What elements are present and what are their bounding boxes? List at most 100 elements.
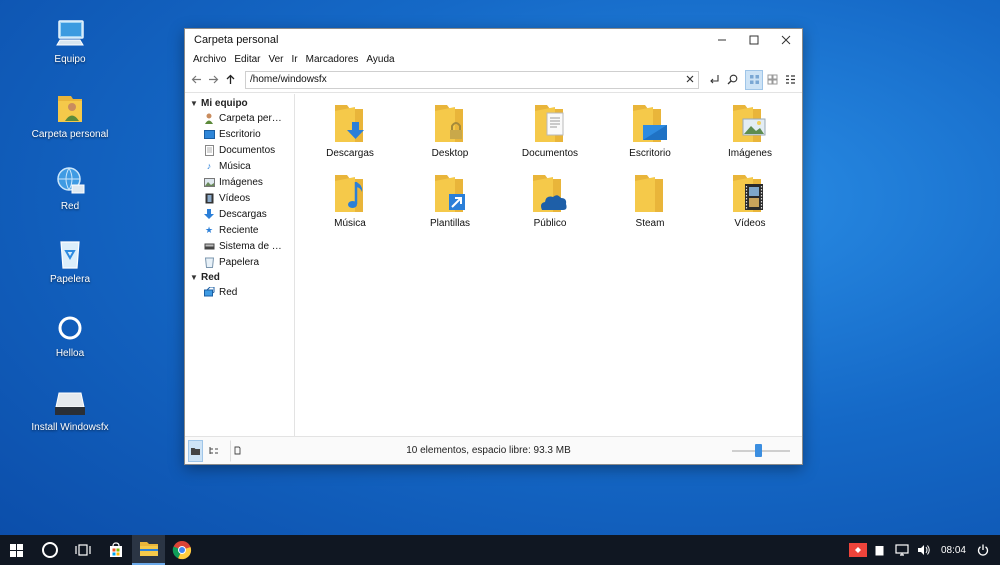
clipboard-tray-button[interactable] [869,535,891,565]
clock[interactable]: 08:04 [935,545,972,556]
caret-down-icon: ▼ [190,272,198,282]
menu-archivo[interactable]: Archivo [189,54,230,65]
clear-path-button[interactable] [682,74,698,86]
folder-shortcut-icon [435,175,465,212]
maximize-button[interactable] [738,29,770,51]
sidebar-item-descargas[interactable]: Descargas [185,206,294,222]
drive-icon [203,241,215,252]
sidebar-item-label: Documentos [219,144,276,156]
file-item-documentos[interactable]: Documentos [500,104,600,159]
taskbar: 08:04 [0,535,1000,565]
places-sidebar: ▼ Mi equipo Carpeta per… Escritorio Docu… [185,94,295,436]
list-view-button[interactable] [781,70,799,90]
sidebar-item-documentos[interactable]: Documentos [185,142,294,158]
zoom-slider-thumb[interactable] [755,443,762,457]
search-button[interactable] [723,70,741,90]
sidebar-group-red[interactable]: ▼ Red [185,270,294,284]
sidebar-item-label: Reciente [219,224,259,236]
cortana-ring-icon [41,542,58,558]
minimize-button[interactable] [706,29,738,51]
folder-document-icon [535,105,564,142]
title-bar[interactable]: Carpeta personal [185,29,802,51]
show-places-button[interactable] [188,439,203,462]
menu-bar: Archivo Editar Ver Ir Marcadores Ayuda [185,51,802,67]
menu-ir[interactable]: Ir [288,54,302,65]
start-button[interactable] [0,535,33,565]
file-manager-taskbar-button[interactable] [132,535,165,565]
up-button[interactable] [222,70,239,90]
forward-button[interactable] [205,70,222,90]
show-tree-button[interactable] [206,440,221,462]
clipboard-icon [875,545,884,555]
file-item-publico[interactable]: Público [500,174,600,229]
file-manager-icon [139,542,158,556]
sidebar-item-label: Papelera [219,256,260,268]
file-item-label: Desktop [431,148,469,159]
desktop-icon-carpeta-personal[interactable]: Carpeta personal [25,92,115,140]
sidebar-group-mi-equipo[interactable]: ▼ Mi equipo [185,96,294,110]
sidebar-item-label: Escritorio [219,128,261,140]
sidebar-item-imagenes[interactable]: Imágenes [185,174,294,190]
sidebar-item-carpeta-personal[interactable]: Carpeta per… [185,110,294,126]
chrome-icon [172,541,191,560]
file-item-descargas[interactable]: Descargas [300,104,400,159]
store-icon [109,542,122,557]
desktop-icon-equipo[interactable]: Equipo [25,17,115,65]
network-icon [203,287,215,298]
file-item-escritorio[interactable]: Escritorio [600,104,700,159]
file-item-label: Público [533,218,567,229]
file-item-musica[interactable]: Música [300,174,400,229]
toolbar [185,67,802,93]
terminal-button[interactable] [230,439,245,462]
file-item-desktop[interactable]: Desktop [400,104,500,159]
sidebar-item-musica[interactable]: ♪ Música [185,158,294,174]
desktop-icon-red[interactable]: Red [25,164,115,212]
store-button[interactable] [99,535,132,565]
file-item-steam[interactable]: Steam [600,174,700,229]
arrow-up-icon [226,74,235,84]
path-input[interactable] [250,74,682,85]
menu-ver[interactable]: Ver [264,54,287,65]
close-button[interactable] [770,29,802,51]
toggle-location-button[interactable] [705,70,723,90]
task-view-icon [74,544,91,556]
sidebar-item-escritorio[interactable]: Escritorio [185,126,294,142]
compact-view-button[interactable] [763,70,781,90]
file-manager-window: Carpeta personal Archivo Editar Ver Ir M… [184,28,803,465]
network-tray-button[interactable] [891,535,913,565]
task-view-button[interactable] [66,535,99,565]
sidebar-item-red[interactable]: Red [185,284,294,300]
desktop-icon-install-windowsfx[interactable]: Install Windowsfx [25,385,115,433]
install-drive-icon [55,392,85,415]
file-item-videos[interactable]: Vídeos [700,174,800,229]
star-icon: ★ [204,224,214,235]
document-icon [203,144,215,156]
desktop-icon-papelera[interactable]: Papelera [25,237,115,285]
folder-download-icon [335,105,364,142]
tray-app-button[interactable] [847,535,869,565]
file-item-imagenes[interactable]: Imágenes [700,104,800,159]
sidebar-item-papelera[interactable]: Papelera [185,254,294,270]
volume-tray-button[interactable] [913,535,935,565]
icon-view-button[interactable] [745,69,763,90]
desktop-icon-helloa[interactable]: Helloa [25,311,115,359]
menu-marcadores[interactable]: Marcadores [302,54,363,65]
zoom-slider[interactable] [732,443,790,458]
sidebar-item-sistema-de-archivos[interactable]: Sistema de … [185,238,294,254]
menu-editar[interactable]: Editar [230,54,264,65]
back-button[interactable] [188,70,205,90]
chrome-button[interactable] [165,535,198,565]
file-item-plantillas[interactable]: Plantillas [400,174,500,229]
sidebar-item-label: Descargas [219,208,267,220]
user-folder-icon [203,113,215,124]
status-bar: 10 elementos, espacio libre: 93.3 MB [185,436,802,464]
file-item-label: Música [334,218,366,229]
folder-music-icon [335,175,363,212]
desktop-icon-label: Helloa [55,348,85,359]
sidebar-item-videos[interactable]: Vídeos [185,190,294,206]
sidebar-item-reciente[interactable]: ★ Reciente [185,222,294,238]
menu-ayuda[interactable]: Ayuda [362,54,398,65]
cortana-button[interactable] [33,535,66,565]
film-icon [203,193,215,204]
power-button[interactable] [972,535,994,565]
